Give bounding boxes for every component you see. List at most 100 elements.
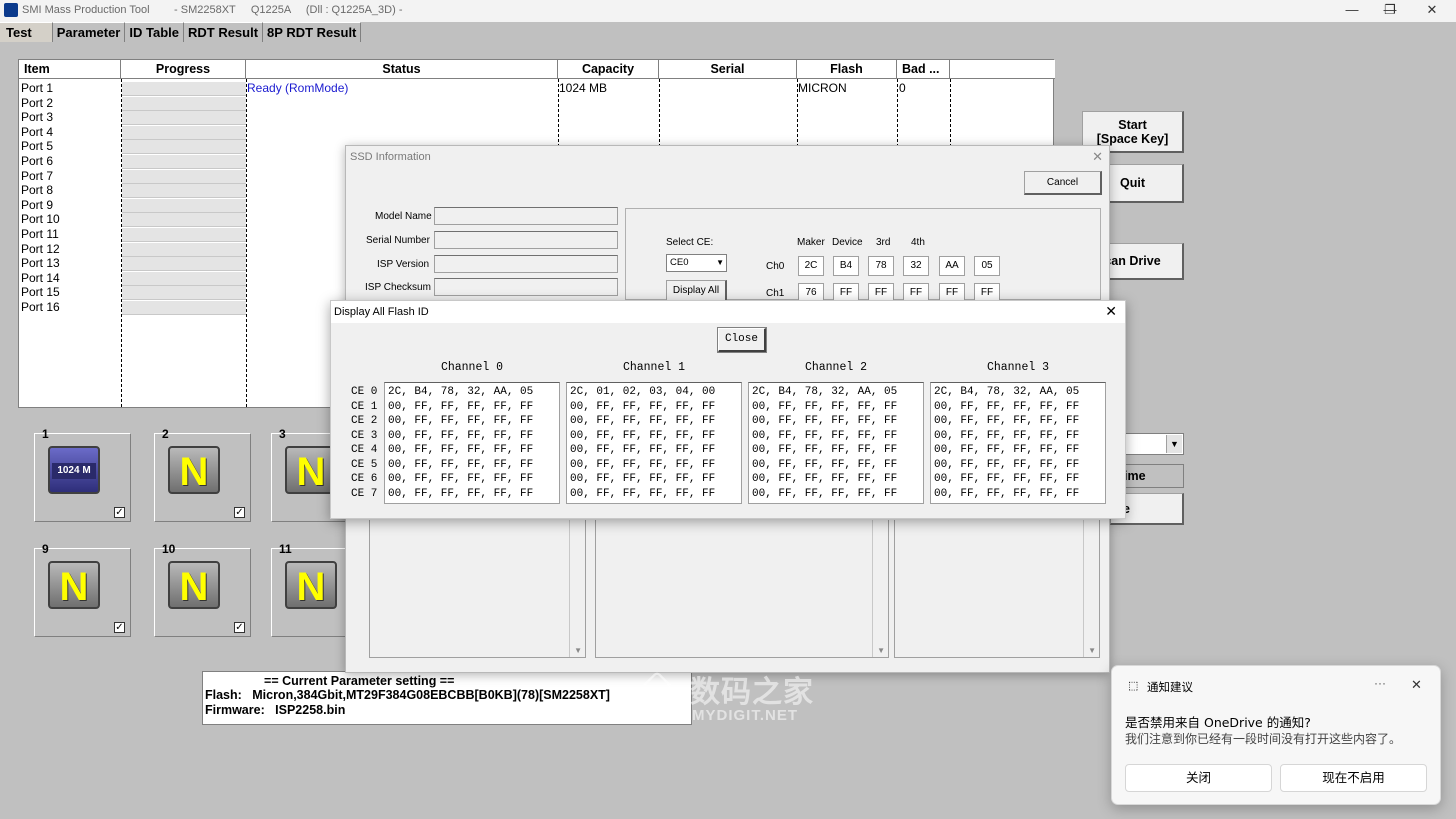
drive-number: 9: [42, 542, 49, 556]
maximize-button[interactable]: ❐: [1368, 0, 1412, 22]
ch1-label: Ch1: [766, 288, 785, 299]
tab-rdt-result[interactable]: RDT Result: [183, 22, 264, 42]
header-status[interactable]: Status: [246, 60, 558, 79]
port-row-label[interactable]: Port 14: [21, 271, 60, 286]
header-bad[interactable]: Bad ...: [897, 60, 950, 79]
port-row-label[interactable]: Port 10: [21, 212, 60, 227]
drive-slot-9[interactable]: N ✓: [34, 548, 131, 637]
tab-8p-rdt-result[interactable]: 8P RDT Result: [263, 22, 362, 42]
flash-id-dialog: Display All Flash ID ✕ Close Channel 0 C…: [330, 300, 1126, 519]
port-row-label[interactable]: Port 15: [21, 285, 60, 300]
notification-close-icon[interactable]: ✕: [1411, 677, 1422, 693]
scrollbar[interactable]: [872, 520, 888, 657]
list-pane[interactable]: ▼: [369, 520, 586, 658]
tab-parameter[interactable]: Parameter: [52, 22, 126, 42]
tab-id-table[interactable]: ID Table: [125, 22, 184, 42]
list-pane[interactable]: ▼: [595, 520, 889, 658]
port-row-label[interactable]: Port 6: [21, 154, 53, 169]
ce-label: CE 3: [351, 429, 378, 442]
close-icon[interactable]: ✕: [1092, 149, 1103, 165]
close-button[interactable]: Close: [717, 327, 767, 353]
drive-slot-11[interactable]: N: [271, 548, 351, 637]
cancel-button[interactable]: Cancel: [1024, 171, 1102, 195]
flash-id-value: 00, FF, FF, FF, FF, FF: [752, 458, 898, 471]
drive-slot-10[interactable]: N ✓: [154, 548, 251, 637]
port-row-label[interactable]: Port 16: [21, 300, 60, 315]
flash-id-value: 00, FF, FF, FF, FF, FF: [570, 400, 716, 413]
chevron-down-icon[interactable]: ▼: [1166, 435, 1182, 453]
more-options-icon[interactable]: ···: [1374, 676, 1386, 690]
display-all-button[interactable]: Display All: [666, 280, 727, 302]
notification-toast[interactable]: ⬚ 通知建议 ··· ✕ 是否禁用来自 OneDrive 的通知? 我们注意到你…: [1111, 665, 1441, 805]
ce-label: CE 6: [351, 473, 378, 485]
param-heading: == Current Parameter setting ==: [205, 674, 455, 688]
port-row-label[interactable]: Port 2: [21, 96, 53, 111]
select-ce-dropdown[interactable]: CE0 ▼: [666, 254, 727, 272]
flash-id-value: 00, FF, FF, FF, FF, FF: [752, 415, 898, 427]
notification-disable-button[interactable]: 现在不启用: [1280, 764, 1427, 792]
flash-id-value: 00, FF, FF, FF, FF, FF: [388, 458, 534, 471]
header-item[interactable]: Item: [19, 60, 121, 79]
header-progress[interactable]: Progress: [121, 60, 246, 79]
flash-id-value: 2C, B4, 78, 32, AA, 05: [752, 386, 898, 398]
drive-number: 2: [162, 427, 169, 441]
close-icon[interactable]: ✕: [1105, 303, 1117, 320]
header-serial[interactable]: Serial: [659, 60, 797, 79]
drive-slot-1[interactable]: 1024 M ✓: [34, 433, 131, 522]
scroll-down-icon[interactable]: ▼: [1088, 646, 1096, 655]
channel-0-values[interactable]: 2C, B4, 78, 32, AA, 05 00, FF, FF, FF, FF…: [384, 382, 560, 504]
drive-checkbox[interactable]: ✓: [114, 507, 125, 518]
scroll-down-icon[interactable]: ▼: [877, 646, 885, 655]
drive-checkbox[interactable]: ✓: [114, 622, 125, 633]
drive-checkbox[interactable]: ✓: [234, 507, 245, 518]
isp-checksum-label: ISP Checksum: [365, 282, 431, 293]
port-row-label[interactable]: Port 8: [21, 183, 53, 198]
drive-checkbox[interactable]: ✓: [234, 622, 245, 633]
notification-close-button[interactable]: 关闭: [1125, 764, 1272, 792]
scroll-down-icon[interactable]: ▼: [574, 646, 582, 655]
channel-2-values[interactable]: 2C, B4, 78, 32, AA, 05 00, FF, FF, FF, FF…: [748, 382, 924, 504]
col-device: Device: [832, 237, 863, 248]
serial-number-label: Serial Number: [366, 235, 430, 246]
flash-id-value: 2C, B4, 78, 32, AA, 05: [388, 386, 534, 398]
col-maker: Maker: [797, 237, 825, 248]
header-capacity[interactable]: Capacity: [558, 60, 659, 79]
model-name-field: [434, 207, 618, 225]
ce-label: CE 7: [351, 487, 378, 500]
flash-id-value: 00, FF, FF, FF, FF, FF: [934, 473, 1080, 485]
channel-1-values[interactable]: 2C, 01, 02, 03, 04, 00 00, FF, FF, FF, FF…: [566, 382, 742, 504]
flash-id-value: 00, FF, FF, FF, FF, FF: [388, 473, 534, 485]
list-pane[interactable]: ▼: [894, 520, 1100, 658]
close-window-button[interactable]: ✕: [1410, 0, 1454, 22]
select-ce-label: Select CE:: [666, 237, 714, 248]
drive-icon: N: [168, 561, 220, 609]
port-row-label[interactable]: Port 12: [21, 242, 60, 257]
flash-id-value: 00, FF, FF, FF, FF, FF: [752, 400, 898, 413]
drive-icon: N: [48, 561, 100, 609]
flash-id-value: 00, FF, FF, FF, FF, FF: [388, 400, 534, 413]
column-divider: [246, 79, 247, 407]
flash-id-value: 00, FF, FF, FF, FF, FF: [570, 415, 716, 427]
flash-id-value: 00, FF, FF, FF, FF, FF: [934, 444, 1080, 456]
flash-id-value: 00, FF, FF, FF, FF, FF: [752, 487, 898, 500]
tab-test[interactable]: Test: [0, 22, 53, 42]
flash-id-value: 00, FF, FF, FF, FF, FF: [570, 473, 716, 485]
port-row-label[interactable]: Port 4: [21, 125, 53, 140]
flash-id-value: 00, FF, FF, FF, FF, FF: [570, 429, 716, 442]
port-row-label[interactable]: Port 7: [21, 169, 53, 184]
scrollbar[interactable]: [1083, 520, 1099, 657]
app-icon: [4, 3, 18, 17]
port-row-label[interactable]: Port 1: [21, 81, 53, 96]
channel-3-values[interactable]: 2C, B4, 78, 32, AA, 05 00, FF, FF, FF, FF…: [930, 382, 1106, 504]
port-row-label[interactable]: Port 11: [21, 227, 59, 242]
notification-app-name: 通知建议: [1147, 680, 1193, 694]
scrollbar[interactable]: [569, 520, 585, 657]
port-row-label[interactable]: Port 3: [21, 110, 53, 125]
port-row-label[interactable]: Port 9: [21, 198, 53, 213]
header-flash[interactable]: Flash: [797, 60, 897, 79]
drive-slot-2[interactable]: N ✓: [154, 433, 251, 522]
param-firmware: Firmware: ISP2258.bin: [205, 703, 346, 717]
port-row-label[interactable]: Port 5: [21, 139, 53, 154]
drive-icon: N: [168, 446, 220, 494]
port-row-label[interactable]: Port 13: [21, 256, 60, 271]
